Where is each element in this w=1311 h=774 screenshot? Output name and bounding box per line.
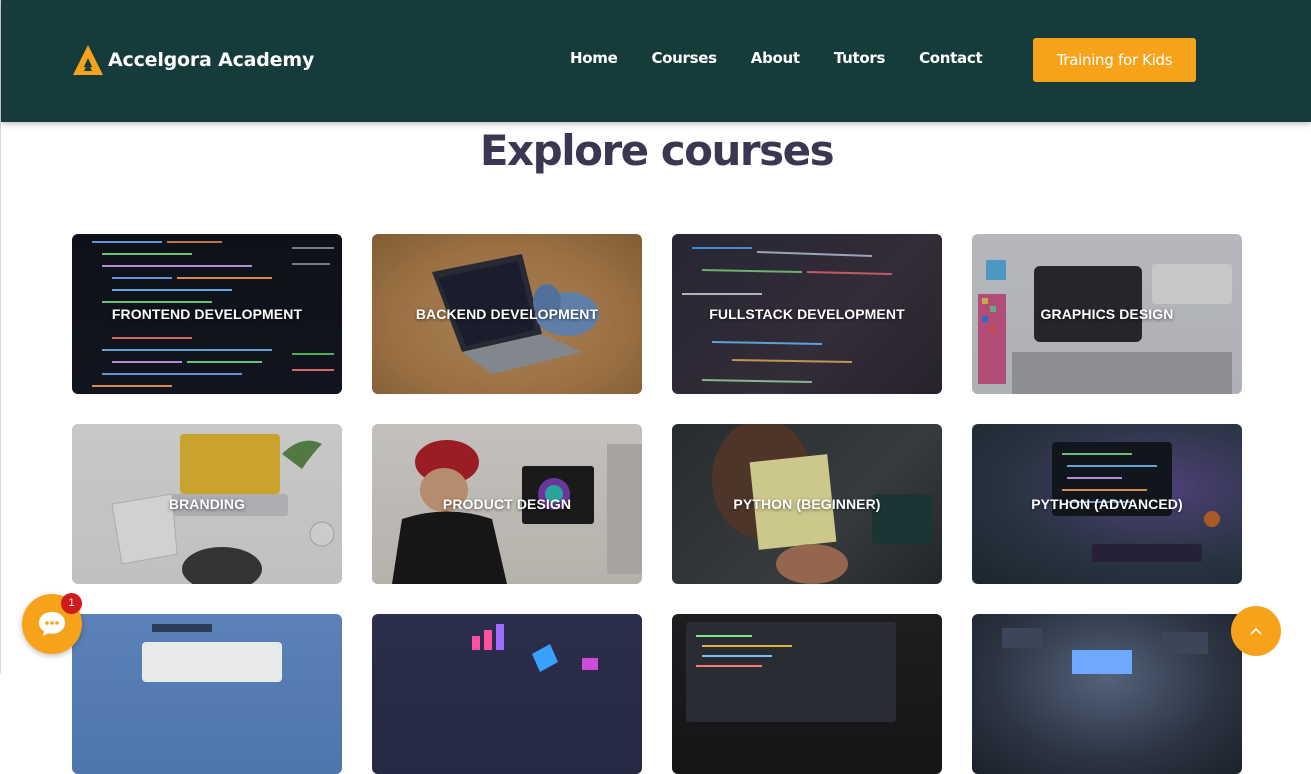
- a-logo-icon: [73, 45, 103, 75]
- chat-bubble-icon: [39, 612, 65, 636]
- nav-home[interactable]: Home: [570, 49, 618, 67]
- data-charts-3d-photo: [372, 614, 642, 774]
- nav-about[interactable]: About: [751, 49, 800, 67]
- course-card-row3-1[interactable]: [72, 614, 342, 774]
- training-for-kids-button[interactable]: Training for Kids: [1033, 38, 1196, 82]
- course-title: PRODUCT DESIGN: [442, 496, 572, 512]
- course-title: BRANDING: [168, 496, 246, 512]
- desk-monitor-photo: [72, 614, 342, 774]
- course-card-row3-2[interactable]: [372, 614, 642, 774]
- page-title: Explore courses: [479, 126, 835, 175]
- course-card-python-advanced[interactable]: PYTHON (ADVANCED): [972, 424, 1242, 584]
- scroll-to-top-button[interactable]: [1231, 606, 1281, 656]
- brand-logo[interactable]: Accelgora Academy: [72, 44, 314, 76]
- course-title: FULLSTACK DEVELOPMENT: [709, 306, 905, 322]
- laptop-code-dark-photo: [672, 614, 942, 774]
- course-card-graphics[interactable]: GRAPHICS DESIGN: [972, 234, 1242, 394]
- nav-courses[interactable]: Courses: [651, 49, 717, 67]
- course-title: PYTHON (ADVANCED): [1031, 496, 1183, 512]
- course-title: FRONTEND DEVELOPMENT: [111, 306, 303, 322]
- circuit-chip-photo: [972, 614, 1242, 774]
- course-card-fullstack[interactable]: FULLSTACK DEVELOPMENT: [672, 234, 942, 394]
- course-card-branding[interactable]: BRANDING: [72, 424, 342, 584]
- nav-contact[interactable]: Contact: [919, 49, 983, 67]
- course-card-backend[interactable]: BACKEND DEVELOPMENT: [372, 234, 642, 394]
- course-card-frontend[interactable]: FRONTEND DEVELOPMENT: [72, 234, 342, 394]
- course-card-row3-4[interactable]: [972, 614, 1242, 774]
- chat-notification-badge: 1: [61, 593, 82, 614]
- arrow-up-icon: [1250, 627, 1262, 635]
- course-card-row3-3[interactable]: [672, 614, 942, 774]
- site-header: Accelgora Academy Home Courses About Tut…: [1, 0, 1311, 122]
- course-title: PYTHON (BEGINNER): [733, 496, 881, 512]
- brand-name: Accelgora Academy: [108, 49, 315, 71]
- course-card-python-beginner[interactable]: PYTHON (BEGINNER): [672, 424, 942, 584]
- nav-tutors[interactable]: Tutors: [834, 49, 886, 67]
- course-title: GRAPHICS DESIGN: [1040, 306, 1174, 322]
- course-title: BACKEND DEVELOPMENT: [415, 306, 599, 322]
- main-nav: Home Courses About Tutors Contact: [570, 49, 1016, 67]
- course-card-product[interactable]: PRODUCT DESIGN: [372, 424, 642, 584]
